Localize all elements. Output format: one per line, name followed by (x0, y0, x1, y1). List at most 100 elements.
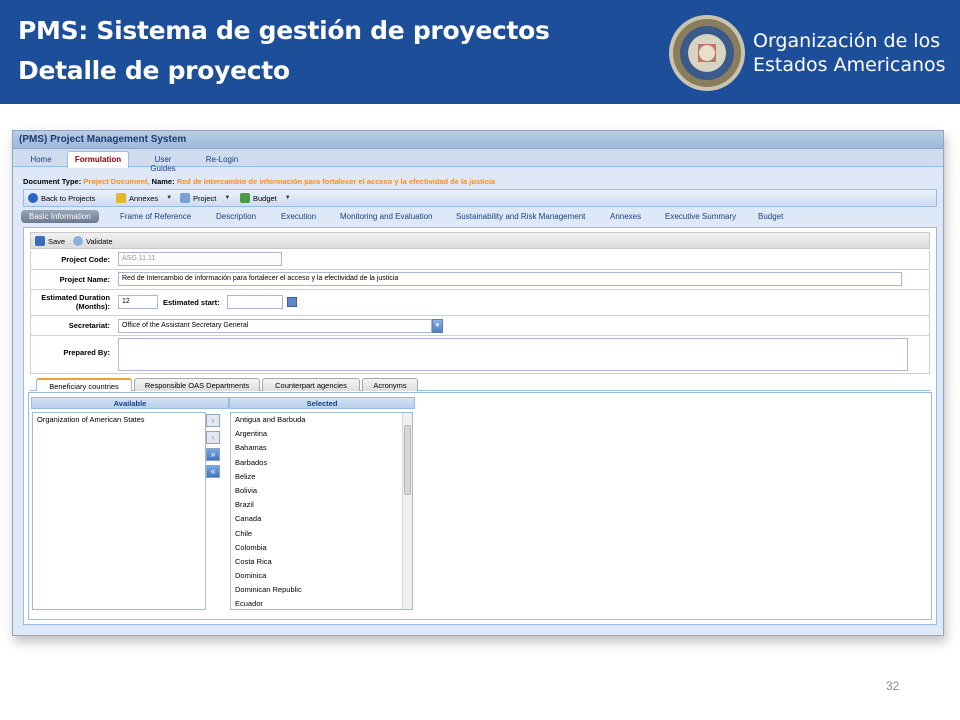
spreadsheet-icon (240, 193, 250, 203)
document-info-line: Document Type: Project Document, Name: R… (23, 177, 495, 186)
doc-type-label: Document Type: (23, 177, 82, 186)
secretariat-row: Secretariat: Office of the Assistant Sec… (30, 316, 930, 336)
doc-type-value: Project Document, (83, 177, 150, 186)
tab-formulation[interactable]: Formulation (67, 151, 129, 168)
list-item[interactable]: Barbados (231, 456, 412, 470)
duration-label-line1: Estimated Duration (41, 293, 110, 302)
duration-label-line2: (Months): (75, 302, 110, 311)
list-item[interactable]: Brazil (231, 498, 412, 512)
move-right-button[interactable]: › (206, 414, 220, 427)
name-value: Red de Intercambio de información para f… (176, 177, 496, 186)
project-code-field[interactable]: ASG.11.11 (118, 252, 282, 266)
app-window: (PMS) Project Management System Home For… (12, 130, 944, 636)
document-icon (180, 193, 190, 203)
tab-acronyms[interactable]: Acronyms (362, 378, 418, 391)
floppy-disk-icon (35, 236, 45, 246)
section-tab-bar: Basic Information Frame of Reference Des… (21, 210, 937, 226)
available-header: Available (31, 397, 229, 409)
move-all-right-button[interactable]: » (206, 448, 220, 461)
chevron-down-icon: ▼ (224, 195, 231, 201)
selected-header: Selected (229, 397, 415, 409)
list-item[interactable]: Costa Rica (231, 555, 412, 569)
list-item[interactable]: Canada (231, 512, 412, 526)
project-menu-button[interactable]: Project ▼ (180, 193, 230, 203)
project-name-label: Project Name: (59, 275, 110, 284)
budget-menu-button[interactable]: Budget ▼ (240, 193, 291, 203)
move-left-button[interactable]: ‹ (206, 431, 220, 444)
back-arrow-icon (28, 193, 38, 203)
duration-field[interactable]: 12 (118, 295, 158, 309)
scrollbar-thumb[interactable] (404, 425, 411, 495)
beneficiary-countries-selector: Available Selected Organization of Ameri… (28, 392, 932, 620)
chevron-down-icon: ▼ (284, 195, 291, 201)
chevron-down-icon[interactable]: ▼ (432, 319, 443, 333)
project-code-label: Project Code: (61, 255, 110, 264)
main-tab-bar: Home Formulation User Guides Re-Login (13, 149, 943, 173)
prepared-by-field[interactable] (118, 338, 908, 371)
estimated-start-label: Estimated start: (163, 298, 220, 307)
lower-tab-bar: Beneficiary countries Responsible OAS De… (30, 377, 930, 391)
list-item[interactable]: Dominican Republic (231, 583, 412, 597)
org-name-line2: Estados Americanos (753, 54, 946, 76)
tab-description[interactable]: Description (216, 212, 256, 221)
save-button[interactable]: Save (35, 236, 65, 246)
calendar-icon[interactable] (287, 297, 297, 307)
slide-header: PMS: Sistema de gestión de proyectos Det… (0, 0, 960, 104)
tab-responsible-oas-departments[interactable]: Responsible OAS Departments (134, 378, 260, 391)
list-item[interactable]: Organization of American States (33, 413, 205, 427)
tab-counterpart-agencies[interactable]: Counterpart agencies (262, 378, 360, 391)
tab-home[interactable]: Home (23, 152, 59, 168)
tab-re-login[interactable]: Re-Login (201, 152, 243, 168)
tab-budget[interactable]: Budget (758, 212, 783, 221)
annexes-menu-button[interactable]: Annexes ▼ (116, 193, 172, 203)
list-item[interactable]: Bolivia (231, 484, 412, 498)
list-item[interactable]: Argentina (231, 427, 412, 441)
tab-user-guides[interactable]: User Guides (137, 152, 189, 173)
project-code-row: Project Code: ASG.11.11 (30, 250, 930, 270)
project-label: Project (193, 193, 217, 203)
move-all-left-button[interactable]: « (206, 465, 220, 478)
tab-sustainability-risk[interactable]: Sustainability and Risk Management (456, 212, 585, 221)
list-item[interactable]: Antigua and Barbuda (231, 413, 412, 427)
tab-monitoring-evaluation[interactable]: Monitoring and Evaluation (340, 212, 433, 221)
project-name-field[interactable]: Red de Intercambio de información para f… (118, 272, 902, 286)
tab-basic-information[interactable]: Basic Information (21, 210, 99, 223)
list-item[interactable]: Bahamas (231, 441, 412, 455)
form-toolbar: Save Validate (30, 232, 930, 249)
selected-list-scrollbar[interactable] (402, 413, 412, 609)
back-to-projects-button[interactable]: Back to Projects (28, 193, 95, 203)
project-toolbar: Back to Projects Annexes ▼ Project ▼ Bud… (23, 189, 937, 207)
tab-execution[interactable]: Execution (281, 212, 316, 221)
prepared-by-row: Prepared By: (30, 336, 930, 374)
tab-annexes[interactable]: Annexes (610, 212, 641, 221)
tab-beneficiary-countries[interactable]: Beneficiary countries (36, 378, 132, 391)
available-list: Organization of American States (32, 412, 206, 610)
budget-label: Budget (253, 193, 277, 203)
magnifier-icon (73, 236, 83, 246)
estimated-start-field[interactable] (227, 295, 283, 309)
slide-title-line2: Detalle de proyecto (18, 56, 290, 85)
secretariat-label: Secretariat: (68, 321, 110, 330)
secretariat-select[interactable]: Office of the Assistant Secretary Genera… (118, 319, 432, 333)
page-number: 32 (886, 679, 900, 693)
selected-list: Antigua and Barbuda Argentina Bahamas Ba… (230, 412, 413, 610)
tab-executive-summary[interactable]: Executive Summary (665, 212, 736, 221)
duration-label: Estimated Duration (Months): (41, 293, 110, 311)
list-item[interactable]: Ecuador (231, 597, 412, 609)
validate-button[interactable]: Validate (73, 236, 113, 246)
basic-information-panel: Save Validate Project Code: ASG.11.11 Pr… (23, 227, 937, 625)
prepared-by-label: Prepared By: (63, 348, 110, 357)
project-name-row: Project Name: Red de Intercambio de info… (30, 270, 930, 290)
chevron-down-icon: ▼ (166, 195, 173, 201)
slide-title-line1: PMS: Sistema de gestión de proyectos (18, 16, 550, 45)
annexes-label: Annexes (129, 193, 159, 203)
validate-label: Validate (86, 236, 113, 246)
org-name-line1: Organización de los (753, 30, 941, 52)
list-item[interactable]: Belize (231, 470, 412, 484)
list-item[interactable]: Dominica (231, 569, 412, 583)
tab-frame-of-reference[interactable]: Frame of Reference (120, 212, 191, 221)
back-to-projects-label: Back to Projects (41, 193, 96, 203)
list-item[interactable]: Colombia (231, 541, 412, 555)
list-item[interactable]: Chile (231, 527, 412, 541)
oas-seal-logo (669, 15, 745, 91)
